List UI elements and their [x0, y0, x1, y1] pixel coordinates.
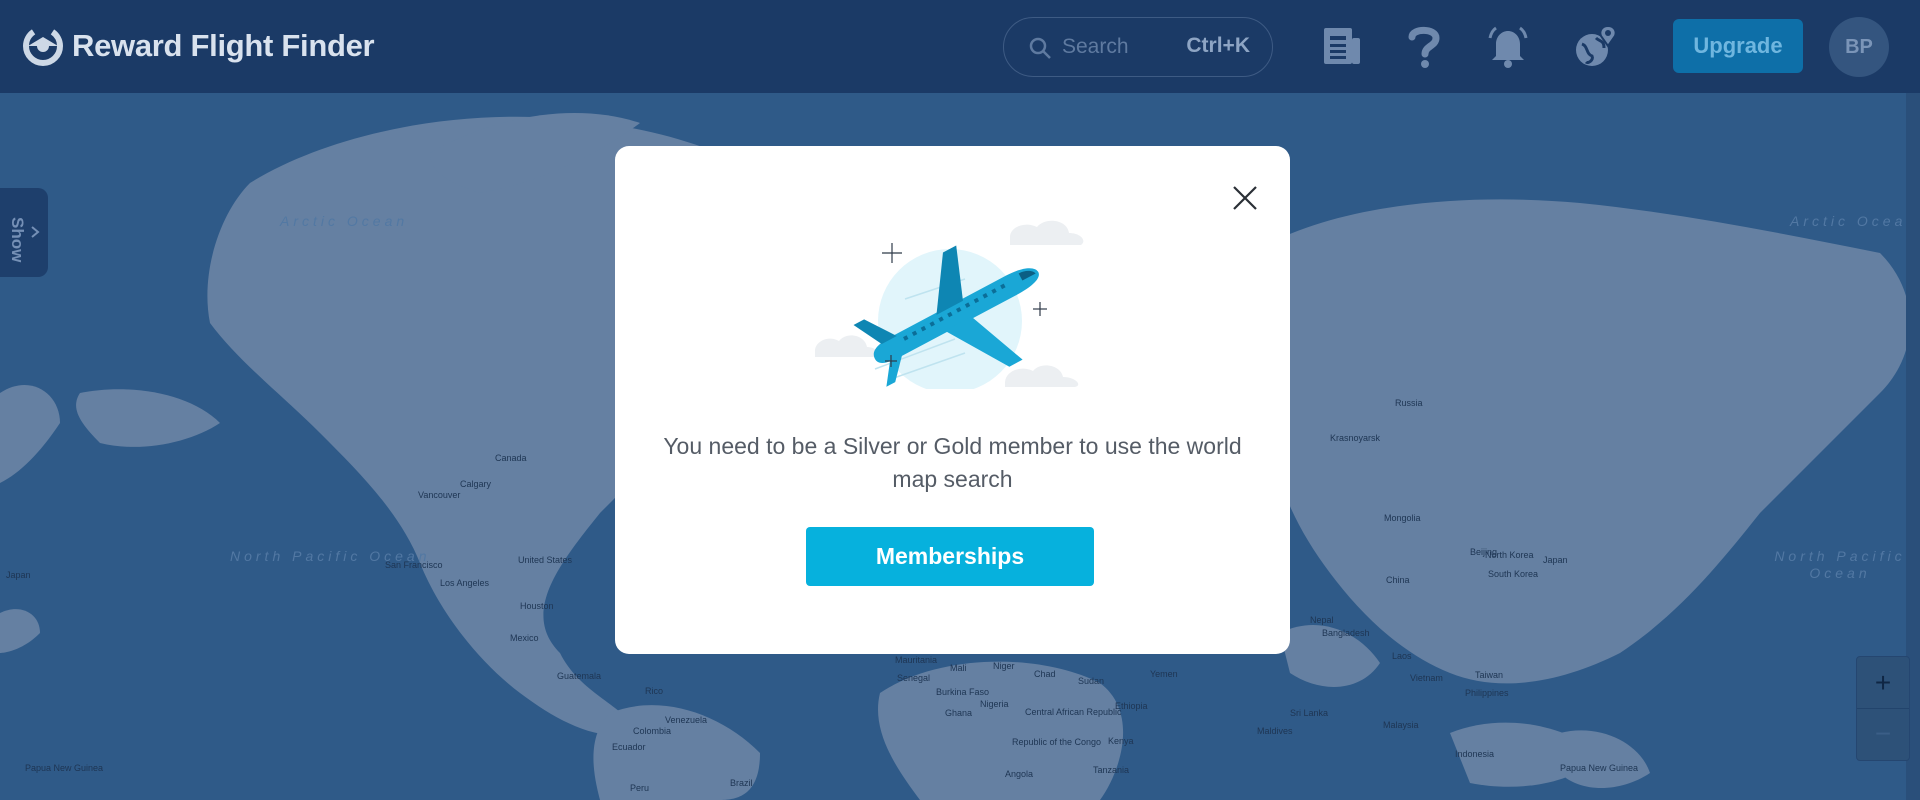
map-label: Russia [1395, 398, 1423, 408]
map-label: Burkina Faso [936, 687, 990, 697]
map-label: Ghana [945, 708, 973, 718]
search-icon [1029, 37, 1051, 59]
map-label: Ethiopia [1115, 701, 1148, 711]
map-label: Indonesia [1455, 749, 1495, 759]
map-label: Senegal [897, 673, 931, 683]
map-label: Peru [630, 783, 650, 793]
ocean-label: Arctic Ocean [280, 213, 409, 229]
memberships-button[interactable]: Memberships [806, 527, 1094, 586]
close-icon[interactable] [1225, 178, 1265, 218]
map-label: Guatemala [557, 671, 602, 681]
map-label: Colombia [633, 726, 672, 736]
zoom-in-button[interactable]: + [1857, 657, 1909, 709]
map-label: Houston [520, 601, 554, 611]
map-label: Niger [993, 661, 1015, 671]
map-label: Central African Republic [1025, 707, 1122, 717]
map-label: Chad [1034, 669, 1056, 679]
world-map-pin-icon[interactable] [1572, 22, 1620, 70]
map-label: Republic of the Congo [1012, 737, 1102, 747]
map-label: Sri Lanka [1290, 708, 1329, 718]
upgrade-button[interactable]: Upgrade [1673, 19, 1803, 73]
brand[interactable]: Reward Flight Finder [20, 22, 375, 70]
brand-name: Reward Flight Finder [72, 28, 375, 63]
map-label: Canada [495, 453, 527, 463]
map-label: Bangladesh [1322, 628, 1370, 638]
map-label: China [1386, 575, 1410, 585]
map-label: Nepal [1310, 615, 1334, 625]
map-label: Yemen [1150, 669, 1178, 679]
map-label: Papua New Guinea [1560, 763, 1639, 773]
map-label: Japan [1543, 555, 1568, 565]
app-header: Reward Flight Finder Search Ctrl+K Upgra… [0, 0, 1920, 93]
notifications-bell-icon[interactable] [1484, 22, 1532, 70]
ocean-label: Arctic Ocean [1790, 213, 1919, 229]
map-label: Mongolia [1384, 513, 1421, 523]
zoom-controls: + − [1856, 656, 1910, 761]
map-label: Kenya [1108, 736, 1134, 746]
map-label: Mauritania [895, 655, 938, 665]
map-label: Philippines [1465, 688, 1509, 698]
map-label: San Francisco [385, 560, 443, 570]
help-icon[interactable] [1400, 22, 1448, 70]
search-shortcut: Ctrl+K [1186, 34, 1250, 57]
map-label: Ecuador [612, 742, 646, 752]
map-label: Venezuela [665, 715, 708, 725]
map-label: United States [518, 555, 573, 565]
map-label: Papua New Guinea [25, 763, 104, 773]
map-label: Calgary [460, 479, 492, 489]
map-label: South Korea [1488, 569, 1539, 579]
map-label: Vancouver [418, 490, 461, 500]
map-label: Nigeria [980, 699, 1009, 709]
search-input[interactable]: Search Ctrl+K [1003, 17, 1273, 77]
logo-icon [23, 26, 63, 66]
search-placeholder: Search [1062, 35, 1129, 58]
avatar[interactable]: BP [1829, 17, 1889, 77]
zoom-out-button[interactable]: − [1857, 708, 1909, 759]
airplane-illustration-icon [815, 220, 1084, 389]
modal-message: You need to be a Silver or Gold member t… [663, 433, 1242, 492]
map-label: Malaysia [1383, 720, 1419, 730]
map-label: Japan [6, 570, 31, 580]
map-label: Mexico [510, 633, 539, 643]
map-label: Maldives [1257, 726, 1293, 736]
map-label: Rico [645, 686, 664, 696]
map-label: Laos [1392, 651, 1412, 661]
membership-modal: You need to be a Silver or Gold member t… [615, 146, 1290, 654]
show-label: Show [8, 217, 27, 263]
map-label: Tanzania [1093, 765, 1130, 775]
ocean-label: North Pacific Ocean [1774, 548, 1906, 581]
map-label: Mali [950, 663, 967, 673]
map-label: Taiwan [1475, 670, 1504, 680]
map-label: Angola [1005, 769, 1034, 779]
chevron-right-icon [31, 226, 40, 238]
map-label: Sudan [1078, 676, 1105, 686]
map-label: North Korea [1485, 550, 1534, 560]
map-label: Brazil [730, 778, 753, 788]
map-label: Krasnoyarsk [1330, 433, 1381, 443]
map-label: Los Angeles [440, 578, 490, 588]
news-icon[interactable] [1318, 22, 1366, 70]
map-label: Vietnam [1410, 673, 1443, 683]
